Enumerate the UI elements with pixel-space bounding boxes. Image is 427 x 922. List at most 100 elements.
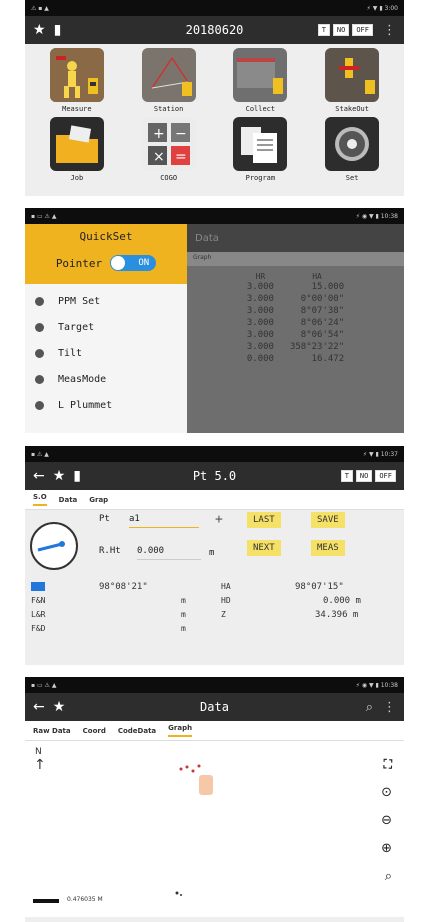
tile-label: COGO (160, 174, 178, 182)
center-icon[interactable]: ⊙ (381, 785, 392, 800)
tile-program[interactable]: Program (215, 117, 307, 184)
graph-tab: Graph (187, 252, 404, 266)
info-icon (35, 374, 44, 384)
tile-cogo[interactable]: + − × = COGO (123, 117, 215, 184)
fn-label: F&N (31, 596, 46, 605)
data-graph-screen: ▪ ▭ ⚠ ▲ ⚡ ◉ ▼ ▮ 10:38 ← ★ Data ⌕ ⋮ Raw D… (25, 677, 404, 922)
tile-collect[interactable]: Collect (215, 48, 307, 115)
tile-measure[interactable]: Measure (31, 48, 123, 115)
pt-label: Pt (99, 514, 110, 524)
status-left-icons: ▪ ▭ ⚠ ▲ (31, 681, 57, 689)
quickset-item-measmode[interactable]: MeasMode (25, 366, 187, 392)
status-right-icons: ⚡ ▼ ▮ 3:00 (366, 4, 398, 12)
quickset-drawer: QuickSet Pointer ON PPM Set Target Tilt … (25, 224, 187, 433)
status-badges: T NO OFF (317, 24, 373, 36)
tab-data[interactable]: Data (59, 496, 78, 504)
data-table: HR HA 3.000 15.000 3.000 0°00'00" 3.000 8°07… (239, 272, 352, 365)
survey-point (175, 891, 182, 896)
search-icon[interactable]: ⌕ (366, 700, 373, 715)
overflow-menu-icon[interactable]: ⋮ (383, 700, 396, 715)
tab-grap[interactable]: Grap (89, 496, 108, 504)
table-row: 3.000 8°06'54" (246, 330, 345, 340)
quickset-item-lplummet[interactable]: L Plummet (25, 392, 187, 418)
add-point-icon[interactable]: + (215, 512, 223, 527)
sd-card-icon[interactable]: ▮ (54, 22, 62, 38)
status-left-icons: ▪ ▭ ⚠ ▲ (31, 212, 57, 220)
lr-unit: m (181, 610, 186, 619)
tab-raw-data[interactable]: Raw Data (33, 727, 71, 735)
table-row: 3.000 0°00'00" (246, 294, 345, 304)
info-icon (35, 400, 44, 410)
table-row: 3.000 15.000 (246, 282, 345, 292)
scale-label: 0.476035 M (67, 896, 103, 903)
overflow-menu-icon[interactable]: ⋮ (383, 23, 396, 38)
zoom-in-icon[interactable]: ⊕ (381, 841, 392, 856)
tile-label: Collect (245, 105, 276, 113)
compass-icon (30, 522, 78, 570)
off-badge[interactable]: OFF (375, 470, 396, 482)
info-icon (35, 348, 44, 358)
calculator-icon: + − × = (141, 117, 196, 171)
zoom-out-icon[interactable]: ⊖ (381, 813, 392, 828)
star-icon[interactable]: ★ (53, 699, 66, 715)
hd-label: HD (221, 596, 231, 605)
off-badge[interactable]: OFF (352, 24, 373, 36)
pt-input[interactable]: a1 (129, 514, 199, 528)
surveyor-icon (49, 48, 104, 102)
info-icon (35, 322, 44, 332)
status-right-icons: ⚡ ◉ ▼ ▮ 10:38 (355, 212, 398, 220)
tab-bar: Raw Data Coord CodeData Graph (25, 721, 404, 741)
quickset-screen: ▪ ▭ ⚠ ▲ ⚡ ◉ ▼ ▮ 10:38 Data Graph HR HA 3.… (25, 208, 404, 433)
status-right-icons: ⚡ ▼ ▮ 10:37 (362, 450, 398, 458)
tile-label: Station (153, 105, 184, 113)
pointer-row: Pointer ON (35, 255, 177, 271)
target-badge[interactable]: T (340, 470, 353, 482)
pointer-toggle[interactable]: ON (110, 255, 157, 271)
stakeout-icon (325, 48, 380, 102)
tile-station[interactable]: Station (123, 48, 215, 115)
tab-graph[interactable]: Graph (168, 724, 193, 737)
ha-value: 98°07'15" (295, 582, 344, 592)
scale-bar (33, 899, 59, 903)
folder-icon (49, 117, 104, 171)
next-button[interactable]: NEXT (247, 540, 281, 556)
rht-input[interactable]: 0.000 (137, 546, 201, 560)
tab-so[interactable]: S.O (33, 493, 47, 506)
save-button[interactable]: SAVE (311, 512, 345, 528)
quickset-item-target[interactable]: Target (25, 314, 187, 340)
ha-label: HA (221, 582, 231, 591)
quickset-item-tilt[interactable]: Tilt (25, 340, 187, 366)
sd-card-icon[interactable]: ▮ (73, 468, 81, 484)
tab-coord[interactable]: Coord (83, 727, 106, 735)
search-icon[interactable]: ⌕ (385, 869, 392, 884)
star-icon[interactable]: ★ (33, 22, 46, 38)
quickset-item-ppm[interactable]: PPM Set (25, 288, 187, 314)
menu-grid: Measure Station Collect StakeOut Job + −… (25, 44, 404, 184)
gear-icon (325, 117, 380, 171)
vertical-angle: 98°08'21" (99, 582, 148, 592)
station-icon (141, 48, 196, 102)
star-icon[interactable]: ★ (53, 468, 66, 484)
fd-label: F&D (31, 624, 46, 633)
no-badge[interactable]: NO (332, 24, 350, 36)
last-button[interactable]: LAST (247, 512, 281, 528)
tile-job[interactable]: Job (31, 117, 123, 184)
pointer-label: Pointer (55, 256, 103, 270)
rht-label: R.Ht (99, 546, 121, 556)
tab-codedata[interactable]: CodeData (118, 727, 156, 735)
screen-title: Data (200, 700, 229, 714)
back-arrow-icon[interactable]: ← (33, 468, 45, 484)
meas-button[interactable]: MEAS (311, 540, 345, 556)
no-badge[interactable]: NO (355, 470, 373, 482)
back-arrow-icon[interactable]: ← (33, 699, 45, 715)
target-badge[interactable]: T (317, 24, 330, 36)
prism-icon (31, 582, 45, 591)
tile-set[interactable]: Set (306, 117, 398, 184)
tile-stakeout[interactable]: StakeOut (306, 48, 398, 115)
tile-label: StakeOut (335, 105, 369, 113)
point-cluster (179, 764, 213, 795)
graph-canvas[interactable]: N ↑ ⛶ ⊙ ⊖ ⊕ ⌕ 0.476035 M (25, 741, 404, 917)
status-badges: T NO OFF (340, 470, 396, 482)
data-screen-dimmed: Data Graph HR HA 3.000 15.000 3.000 0°00'00… (187, 224, 404, 433)
fit-all-icon[interactable]: ⛶ (384, 757, 392, 772)
